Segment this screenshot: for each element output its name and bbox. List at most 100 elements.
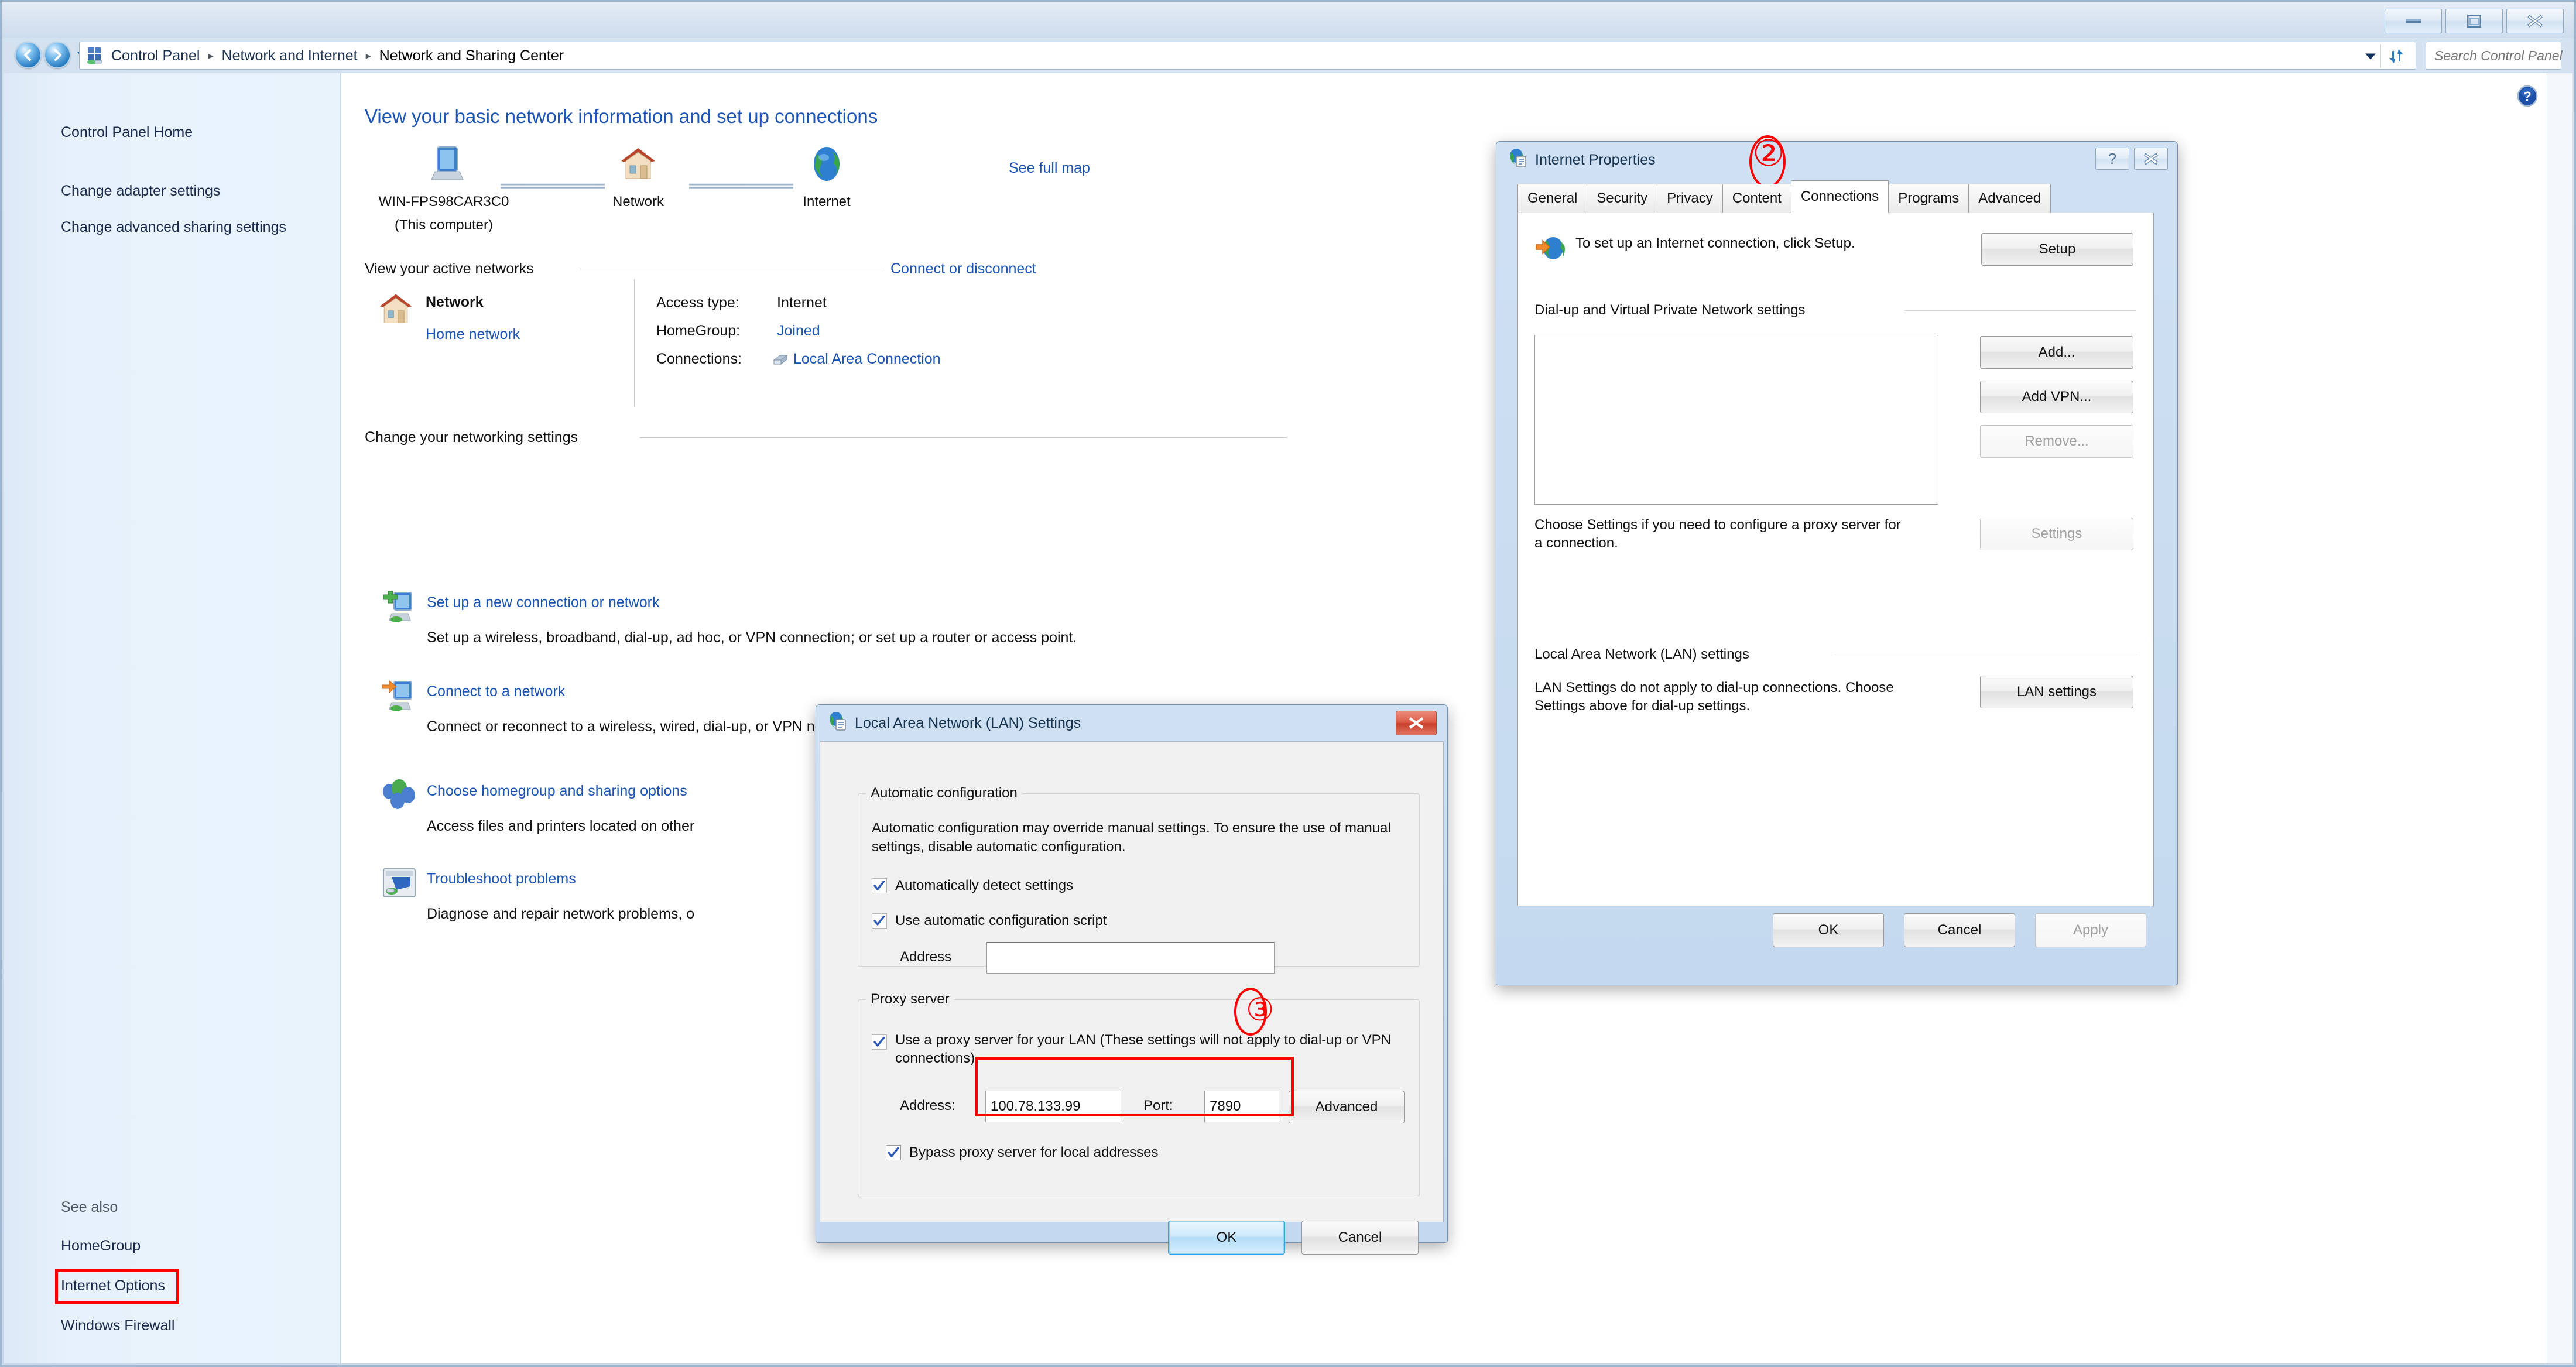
- proxy-advanced-button[interactable]: Advanced: [1289, 1091, 1405, 1123]
- lan-settings-close-button[interactable]: [1396, 711, 1437, 735]
- networking-settings-heading: Change your networking settings: [365, 429, 578, 446]
- connect-network-icon: [381, 679, 417, 717]
- automatically-detect-settings-checkbox[interactable]: [872, 878, 887, 893]
- internet-properties-icon: [1508, 148, 1528, 172]
- setup-button[interactable]: Setup: [1981, 233, 2133, 266]
- dialup-connections-list[interactable]: [1534, 335, 1938, 505]
- homegroup-icon: [381, 779, 417, 816]
- breadcrumb[interactable]: Control Panel ▸ Network and Internet ▸ N…: [79, 42, 2416, 70]
- minimize-button[interactable]: [2385, 9, 2442, 33]
- internet-properties-tabs: General Security Privacy Content Connect…: [1517, 180, 2051, 213]
- map-sublabel-computer: (This computer): [394, 217, 494, 233]
- use-automatic-configuration-script-checkbox[interactable]: [872, 913, 887, 929]
- annotation-2-circle: [1749, 135, 1786, 188]
- script-address-input[interactable]: [986, 942, 1275, 974]
- proxy-address-label: Address:: [900, 1098, 955, 1114]
- internet-properties-close-button[interactable]: [2134, 148, 2168, 170]
- search-input[interactable]: [2433, 47, 2576, 64]
- search-box[interactable]: [2426, 42, 2576, 70]
- content-scrollbar[interactable]: [2547, 73, 2572, 1363]
- use-automatic-configuration-script-checkbox-row[interactable]: Use automatic configuration script: [872, 913, 1107, 929]
- tab-programs[interactable]: Programs: [1888, 184, 1969, 213]
- bypass-proxy-checkbox-row[interactable]: Bypass proxy server for local addresses: [886, 1145, 1159, 1161]
- proxy-address-input[interactable]: 100.78.133.99: [985, 1091, 1121, 1122]
- desc-troubleshoot-problems: Diagnose and repair network problems, o: [427, 906, 695, 922]
- internet-properties-dialog: Internet Properties ? General Security P…: [1496, 141, 2178, 985]
- navigation-buttons: [15, 42, 87, 68]
- lan-settings-ok-button[interactable]: OK: [1168, 1221, 1285, 1255]
- svg-text:?: ?: [2523, 89, 2531, 104]
- sidebar-item-change-advanced-sharing-settings[interactable]: Change advanced sharing settings: [61, 218, 295, 237]
- maximize-button[interactable]: [2445, 9, 2503, 33]
- map-label-internet: Internet: [803, 194, 851, 210]
- tab-general[interactable]: General: [1517, 184, 1588, 213]
- detail-value-homegroup[interactable]: Joined: [777, 323, 820, 340]
- sidebar-item-homegroup[interactable]: HomeGroup: [61, 1237, 330, 1255]
- sidebar-item-windows-firewall[interactable]: Windows Firewall: [61, 1317, 330, 1335]
- globe-icon: [814, 147, 840, 181]
- settings-button: Settings: [1980, 518, 2133, 550]
- link-set-up-new-connection[interactable]: Set up a new connection or network: [427, 594, 659, 611]
- map-link-1: [501, 183, 605, 189]
- sidebar-item-change-adapter-settings[interactable]: Change adapter settings: [61, 182, 330, 200]
- detail-key-access-type: Access type:: [656, 294, 739, 311]
- lan-hint-text: LAN Settings do not apply to dial-up con…: [1534, 680, 1894, 714]
- new-connection-icon: [381, 590, 417, 628]
- bypass-proxy-checkbox[interactable]: [886, 1145, 901, 1160]
- connections-tab-panel: To set up an Internet connection, click …: [1517, 213, 2154, 906]
- link-connect-to-network[interactable]: Connect to a network: [427, 683, 565, 700]
- lan-settings-button[interactable]: LAN settings: [1980, 676, 2133, 708]
- tab-privacy[interactable]: Privacy: [1657, 184, 1723, 213]
- tab-security[interactable]: Security: [1587, 184, 1658, 213]
- internet-properties-help-button[interactable]: ?: [2095, 148, 2129, 170]
- proxy-server-label: Proxy server: [866, 991, 954, 1008]
- lan-settings-cancel-button[interactable]: Cancel: [1301, 1221, 1419, 1255]
- setup-globe-icon: [1536, 235, 1566, 266]
- internet-properties-cancel-button[interactable]: Cancel: [1904, 913, 2015, 947]
- automatically-detect-settings-checkbox-row[interactable]: Automatically detect settings: [872, 878, 1073, 894]
- forward-button[interactable]: [44, 42, 71, 68]
- setup-description: To set up an Internet connection, click …: [1575, 235, 1855, 251]
- map-link-2: [689, 183, 793, 189]
- active-network-type-link[interactable]: Home network: [426, 326, 520, 343]
- dialup-group-label: Dial-up and Virtual Private Network sett…: [1534, 302, 1806, 318]
- internet-properties-apply-button: Apply: [2035, 913, 2146, 947]
- sidebar-item-control-panel-home[interactable]: Control Panel Home: [61, 124, 330, 142]
- address-bar-row: Control Panel ▸ Network and Internet ▸ N…: [2, 38, 2576, 73]
- add-button[interactable]: Add...: [1980, 336, 2133, 369]
- breadcrumb-item-1[interactable]: Network and Internet: [221, 47, 359, 64]
- close-button[interactable]: [2506, 9, 2564, 33]
- add-vpn-button[interactable]: Add VPN...: [1980, 381, 2133, 413]
- refresh-button[interactable]: [2380, 44, 2411, 68]
- link-troubleshoot-problems[interactable]: Troubleshoot problems: [427, 871, 576, 888]
- breadcrumb-item-2[interactable]: Network and Sharing Center: [378, 47, 565, 64]
- use-proxy-server-checkbox[interactable]: [872, 1034, 887, 1050]
- lan-settings-title: Local Area Network (LAN) Settings: [855, 714, 1081, 731]
- use-proxy-server-checkbox-row[interactable]: Use a proxy server for your LAN (These s…: [872, 1031, 1405, 1067]
- help-icon[interactable]: ?: [2516, 85, 2539, 110]
- internet-properties-ok-button[interactable]: OK: [1773, 913, 1884, 947]
- detail-value-connections[interactable]: Local Area Connection: [793, 351, 941, 368]
- networking-settings-rule: [640, 437, 1287, 438]
- link-choose-homegroup[interactable]: Choose homegroup and sharing options: [427, 783, 687, 800]
- breadcrumb-separator-icon[interactable]: ▸: [366, 50, 371, 62]
- detail-value-access-type: Internet: [777, 294, 827, 311]
- tab-content[interactable]: Content: [1722, 184, 1791, 213]
- breadcrumb-chevron-down-icon[interactable]: [2364, 47, 2377, 64]
- see-full-map-link[interactable]: See full map: [1009, 160, 1090, 177]
- map-node-internet[interactable]: [806, 143, 847, 187]
- see-also-heading: See also: [61, 1199, 118, 1215]
- lan-settings-body: Automatic configuration Automatic config…: [820, 741, 1444, 1255]
- active-network-divider: [634, 279, 635, 407]
- proxy-port-input[interactable]: 7890: [1204, 1091, 1279, 1122]
- remove-button: Remove...: [1980, 425, 2133, 458]
- tab-advanced[interactable]: Advanced: [1968, 184, 2051, 213]
- tab-connections[interactable]: Connections: [1790, 180, 1889, 213]
- breadcrumb-separator-icon[interactable]: ▸: [208, 50, 213, 62]
- back-button[interactable]: [15, 42, 42, 68]
- lan-settings-title-bar: Local Area Network (LAN) Settings: [816, 705, 1447, 741]
- breadcrumb-item-0[interactable]: Control Panel: [110, 47, 201, 64]
- map-node-computer[interactable]: [429, 143, 470, 187]
- map-node-network[interactable]: [618, 143, 659, 187]
- connect-or-disconnect-link[interactable]: Connect or disconnect: [890, 261, 1036, 277]
